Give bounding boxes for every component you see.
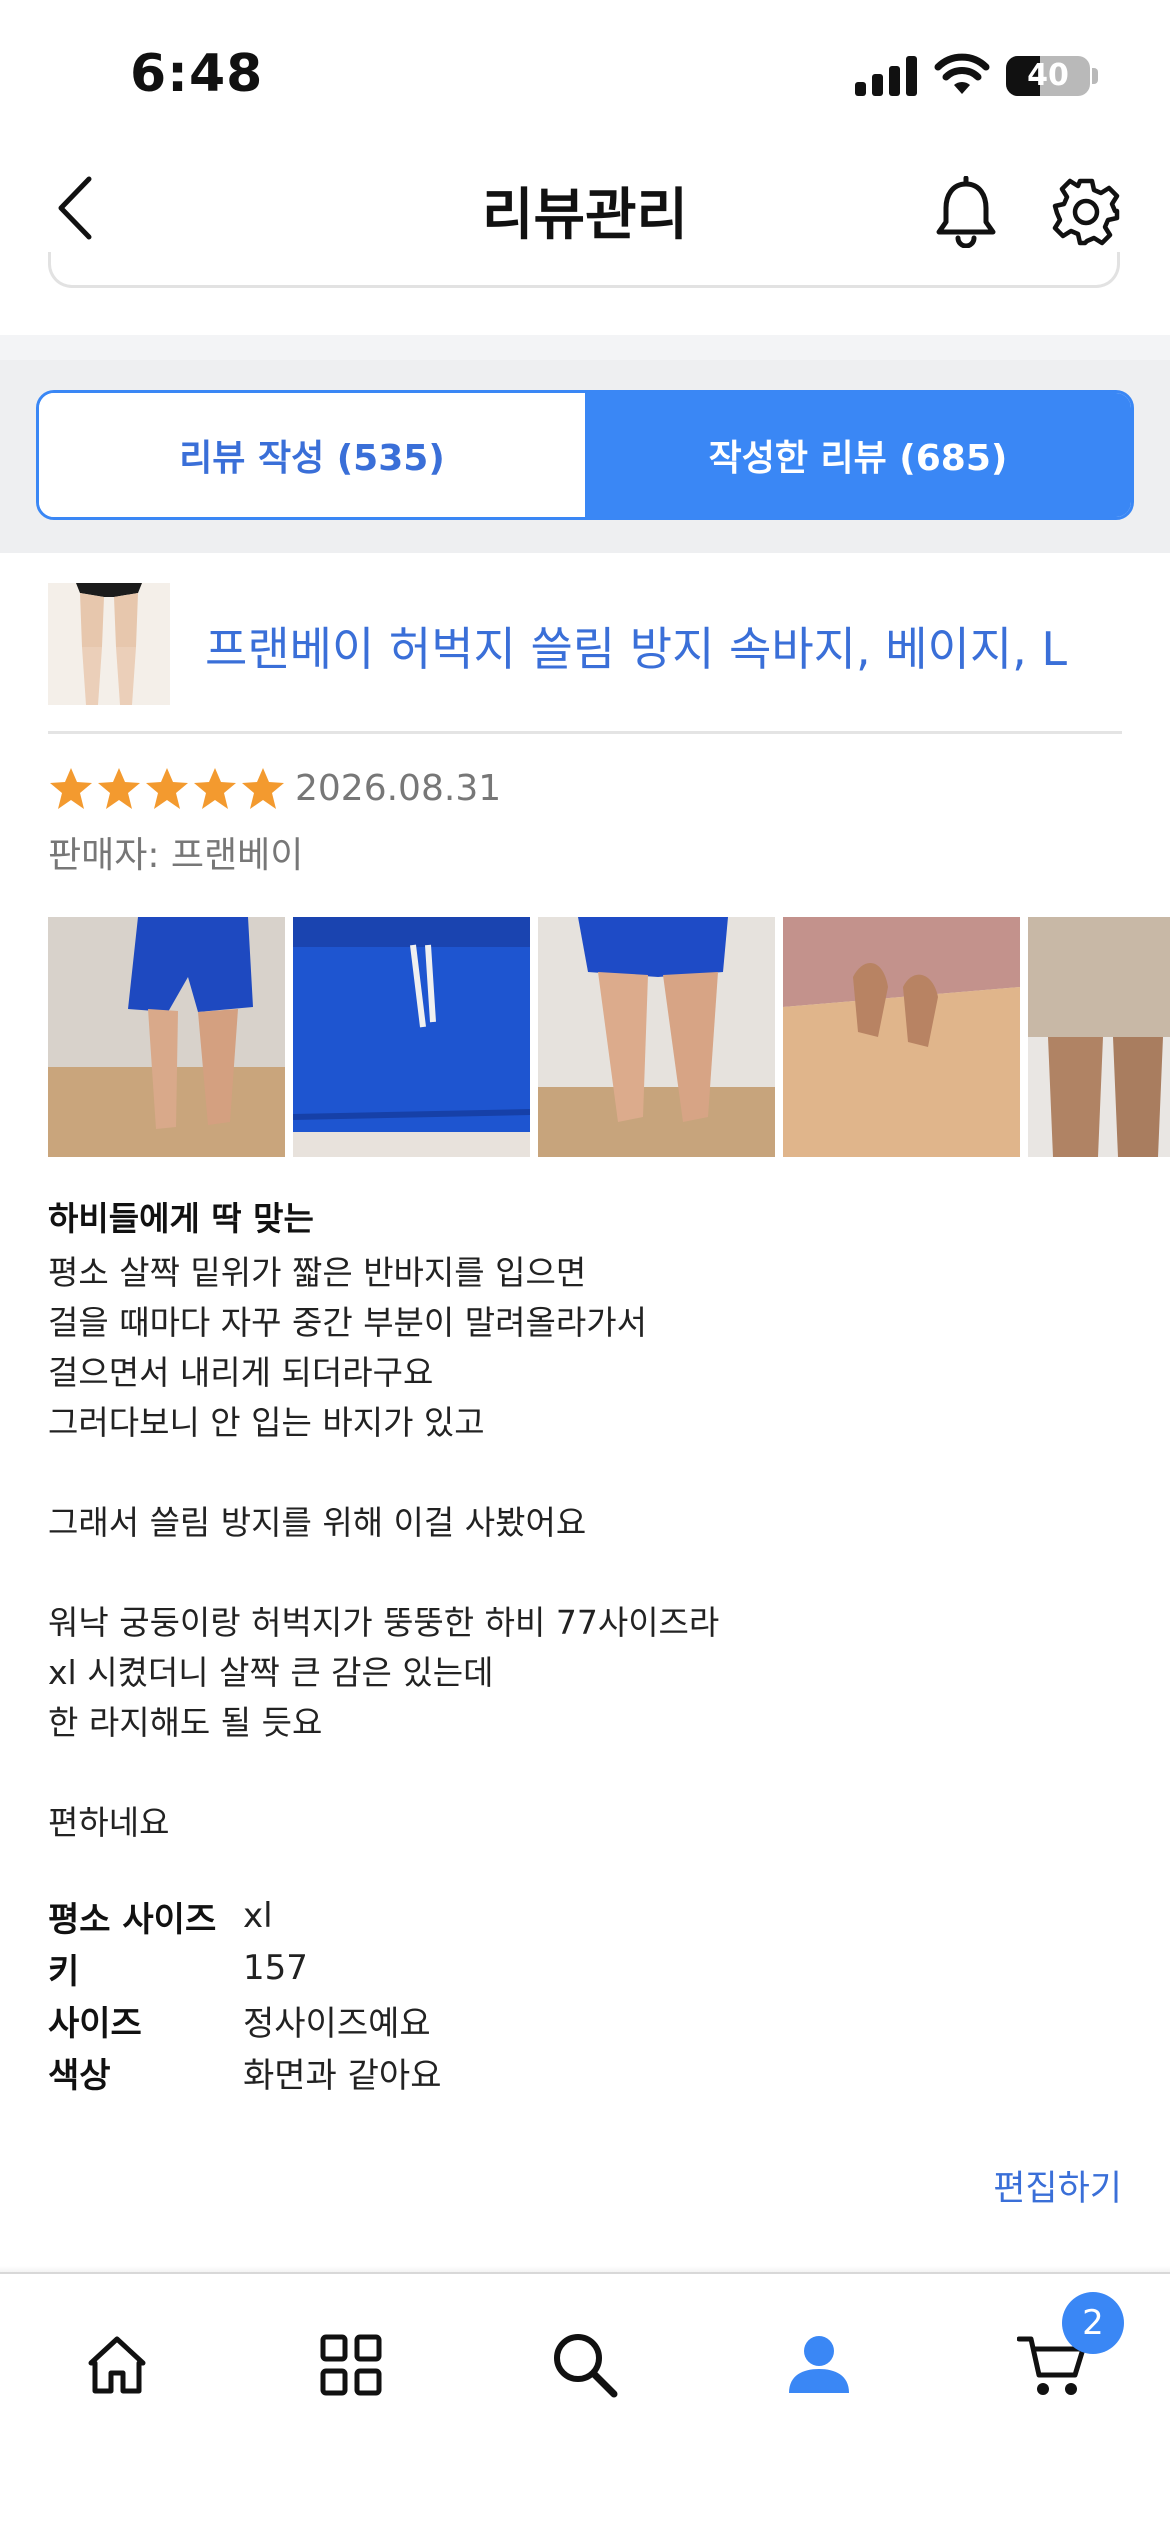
search-bar-edge	[48, 252, 1120, 288]
battery-icon: 40	[1006, 56, 1090, 96]
app-header: 리뷰관리	[0, 140, 1170, 270]
battery-level: 40	[1027, 58, 1069, 93]
review-details: 평소 사이즈 xl 키 157 사이즈 정사이즈예요 색상 화면과 같아요	[48, 1890, 442, 2098]
cellular-signal-icon	[855, 56, 917, 96]
star-icon	[146, 768, 188, 809]
detail-value: 화면과 같아요	[243, 2055, 442, 2096]
status-bar: 6:48 40	[0, 0, 1170, 140]
detail-value: 157	[243, 1948, 308, 1988]
detail-label: 사이즈	[48, 2003, 142, 2044]
battery-tip	[1092, 68, 1098, 84]
review-photo[interactable]	[538, 917, 775, 1157]
settings-button[interactable]	[1050, 176, 1122, 248]
review-date: 2026.08.31	[295, 768, 502, 809]
categories-icon	[320, 2334, 382, 2396]
bell-icon	[936, 175, 996, 249]
review-body: 평소 살짝 밑위가 짧은 반바지를 입으면 걸을 때마다 자꾸 중간 부분이 말…	[48, 1253, 720, 1842]
notifications-button[interactable]	[932, 175, 1000, 249]
detail-row: 키 157	[48, 1942, 442, 1994]
star-icon	[98, 768, 140, 809]
detail-row: 사이즈 정사이즈예요	[48, 1994, 442, 2046]
tab-written-reviews[interactable]: 작성한 리뷰 (685)	[585, 393, 1131, 517]
star-icon	[194, 768, 236, 809]
gear-icon	[1052, 178, 1120, 246]
edit-review-button[interactable]: 편집하기	[993, 2160, 1122, 2211]
bottom-nav	[0, 2272, 1170, 2532]
detail-label: 키	[48, 1951, 80, 1992]
search-icon	[554, 2334, 618, 2398]
nav-categories[interactable]	[306, 2320, 396, 2410]
detail-label: 평소 사이즈	[48, 1899, 217, 1940]
nav-home[interactable]	[72, 2320, 162, 2410]
review-photo[interactable]	[783, 917, 1020, 1157]
back-button[interactable]	[40, 168, 110, 248]
tab-area-top	[0, 335, 1170, 360]
status-time: 6:48	[130, 44, 264, 104]
detail-row: 색상 화면과 같아요	[48, 2046, 442, 2098]
star-icon	[242, 768, 284, 809]
nav-search[interactable]	[540, 2320, 630, 2410]
review-photo[interactable]	[293, 917, 530, 1157]
home-icon	[88, 2336, 146, 2394]
product-name-link[interactable]: 프랜베이 허벅지 쓸림 방지 속바지, 베이지, L	[205, 613, 1067, 679]
seller-name: 판매자: 프랜베이	[48, 835, 304, 876]
tab-write-review[interactable]: 리뷰 작성 (535)	[39, 393, 585, 517]
detail-label: 색상	[48, 2055, 111, 2096]
profile-icon	[789, 2336, 849, 2393]
detail-row: 평소 사이즈 xl	[48, 1890, 442, 1942]
cart-count-badge: 2	[1062, 2292, 1124, 2354]
wifi-icon	[934, 53, 990, 94]
review-title: 하비들에게 딱 맞는	[48, 1199, 314, 1238]
review-tabs: 리뷰 작성 (535) 작성한 리뷰 (685)	[36, 390, 1134, 520]
review-photo[interactable]	[48, 917, 285, 1157]
product-thumbnail[interactable]	[48, 583, 170, 705]
product-row[interactable]: 프랜베이 허벅지 쓸림 방지 속바지, 베이지, L	[0, 553, 1170, 733]
detail-value: 정사이즈예요	[243, 2003, 431, 2044]
review-photo[interactable]	[1028, 917, 1170, 1157]
star-icon	[50, 768, 92, 809]
review-photos	[48, 917, 1170, 1157]
star-rating	[48, 766, 286, 814]
detail-value: xl	[243, 1896, 273, 1936]
divider	[48, 731, 1122, 734]
chevron-left-icon	[58, 176, 92, 240]
nav-profile[interactable]	[774, 2320, 864, 2410]
